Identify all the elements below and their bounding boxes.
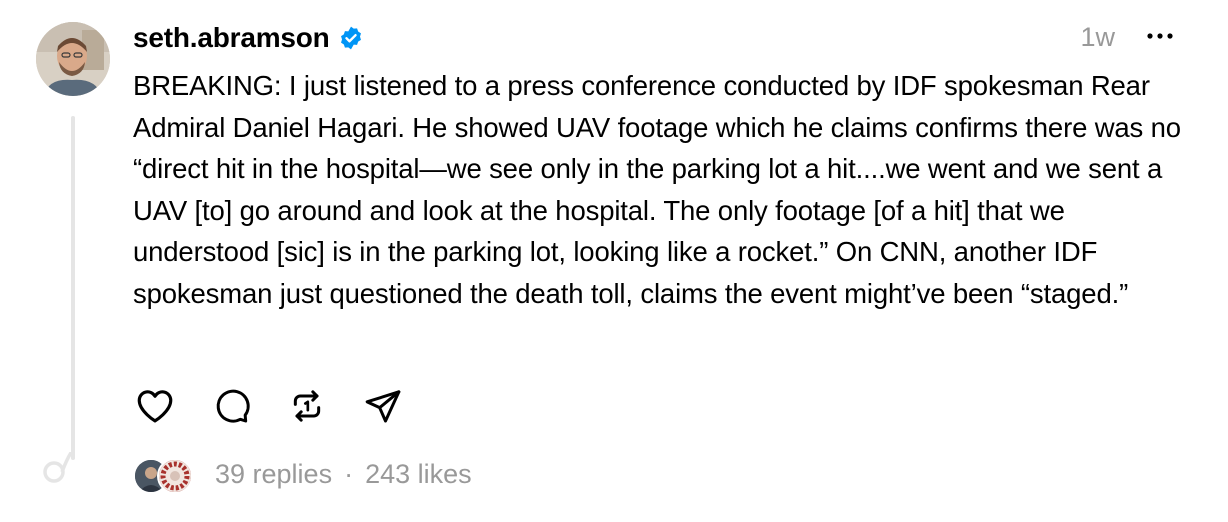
replies-count[interactable]: 39 replies (215, 459, 332, 490)
verified-badge-icon (338, 25, 364, 51)
timestamp: 1w (1080, 22, 1115, 52)
post-stats: 39 replies · 243 likes (133, 454, 472, 494)
like-button[interactable] (133, 384, 177, 428)
avatar-image (36, 22, 110, 96)
share-button[interactable] (361, 384, 405, 428)
action-bar (133, 384, 437, 428)
repost-button[interactable] (285, 384, 329, 428)
repost-icon (293, 390, 321, 422)
thread-tail-icon (43, 452, 74, 483)
comment-icon (216, 389, 250, 423)
username[interactable]: seth.abramson (133, 22, 330, 54)
likes-count[interactable]: 243 likes (365, 459, 472, 490)
replier-avatar (157, 458, 193, 494)
avatar[interactable] (36, 22, 110, 96)
stats-separator: · (344, 458, 354, 489)
thread-post: seth.abramson 1w BREAKING: I just listen… (0, 0, 1228, 522)
heart-icon (137, 390, 173, 423)
more-options-icon[interactable] (1144, 20, 1176, 52)
reply-button[interactable] (209, 384, 253, 428)
replier-avatars (133, 454, 195, 494)
post-text: BREAKING: I just listened to a press con… (133, 70, 1181, 309)
post-header: seth.abramson (133, 18, 364, 58)
share-icon (365, 390, 401, 423)
thread-line (71, 116, 75, 460)
